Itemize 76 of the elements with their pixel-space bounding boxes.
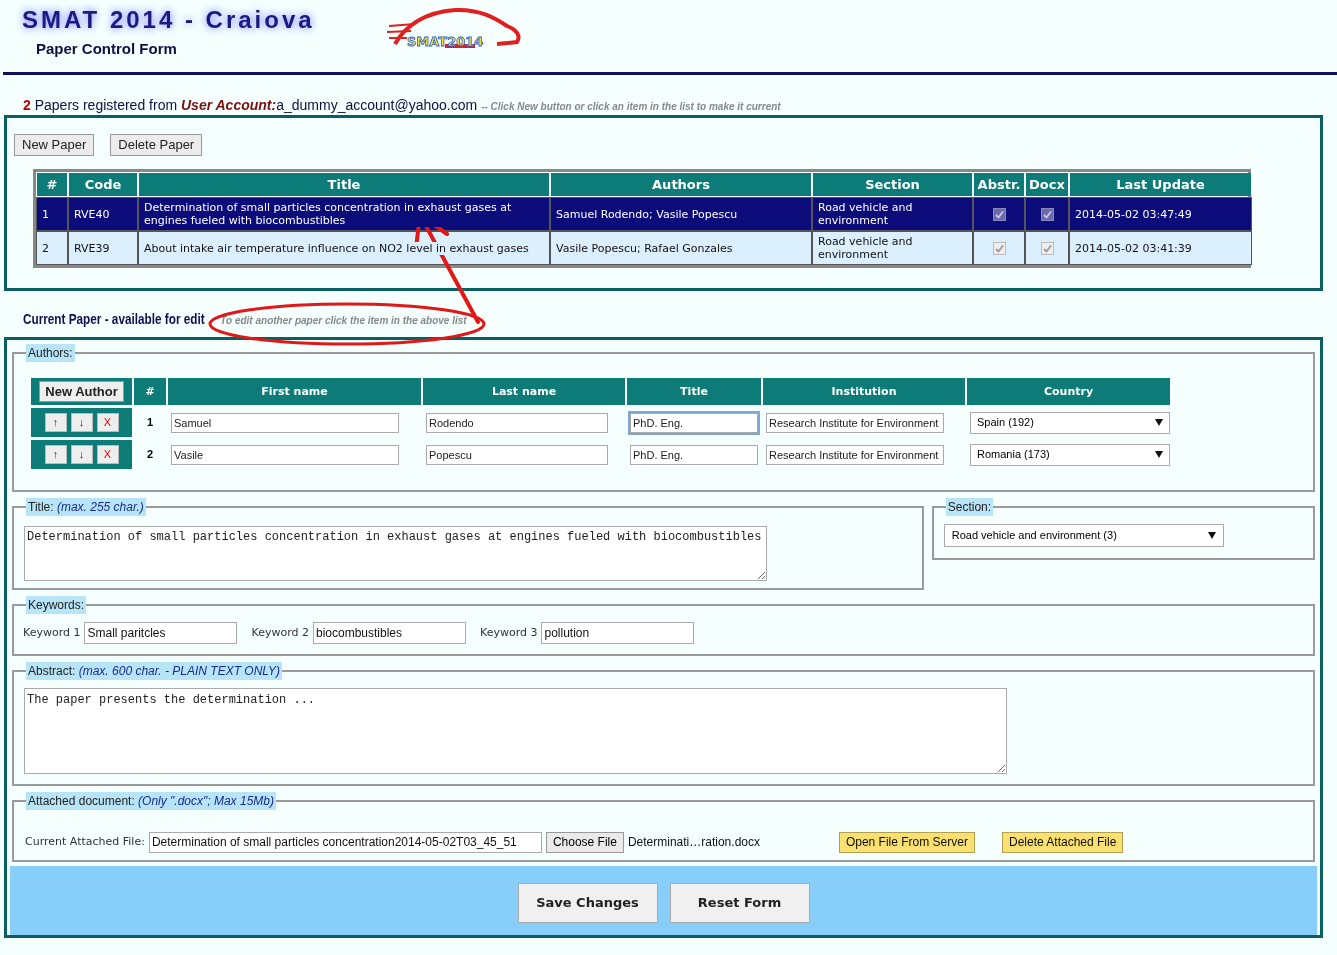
fieldset-legend: Title: (max. 255 char.) [26,498,146,516]
file-action-button[interactable]: Open File From Server [838,831,975,853]
new-author-button[interactable]: New Author [39,381,124,402]
country-select[interactable]: Romania (173) [970,443,1170,466]
column-header: Docx [1026,173,1068,196]
column-header: Code [69,173,137,196]
logo: SMAT2014 [385,4,525,60]
last-name-field[interactable]: Popescu [426,444,608,465]
country-select[interactable]: Spain (192) [970,411,1170,434]
section-heading: Current Paper - available for edit [23,310,205,329]
paper-authors: Vasile Popescu; Rafael Gonzales [556,241,733,255]
chosen-file-name: Determinati…ration.docx [627,834,761,851]
institution-field[interactable]: Research Institute for Environment [766,412,944,433]
hint-text: -- Click New button or click an item in the list to make it current [481,100,781,114]
paper-button[interactable]: New Paper [14,134,95,156]
field-label: Keyword 3 [479,624,538,641]
row-number: 1 [42,207,49,221]
column-header: Authors [551,173,811,196]
column-header: Institution [763,378,965,405]
row-number: 2 [146,447,154,463]
institution-field[interactable]: Research Institute for Environment [766,444,944,465]
author-row-button[interactable]: X [96,445,119,464]
title-field[interactable]: PhD. Eng. [630,412,758,433]
section-select[interactable]: Road vehicle and environment (3) [943,524,1224,547]
author-row-button[interactable]: ↑ [44,445,67,464]
column-header: First name [168,378,421,405]
dropdown-arrow-icon [1155,451,1163,458]
column-header: # [134,378,166,405]
column-header: # [37,173,67,196]
fieldset-legend: Abstract: (max. 600 char. - PLAIN TEXT ONLY) [26,662,282,680]
fieldset-legend: Keywords: [26,596,87,614]
paper-authors: Samuel Rodendo; Vasile Popescu [556,207,738,221]
field-label: Current Attached File: [25,833,145,850]
keyword-field[interactable]: pollution [541,622,695,644]
papers-summary: 2 Papers registered from User Account:a_dummy_account@yahoo.com [23,96,478,115]
fieldset-legend: Authors: [26,344,75,362]
attached-file-field[interactable]: Determination of small particles concentration2014-05-02T03_45_51 [148,831,542,853]
row-number: 1 [146,415,154,431]
title-field[interactable]: PhD. Eng. [630,444,758,465]
action-button[interactable]: Reset Form [669,882,810,923]
paper-button[interactable]: Delete Paper [110,134,203,156]
dropdown-arrow-icon [1207,532,1216,539]
author-row-button[interactable]: ↓ [70,413,93,432]
dropdown-arrow-icon [1155,419,1163,426]
fieldset-legend: Attached document: (Only ".docx"; Max 15Mb) [26,792,276,810]
column-header: Country [967,378,1170,405]
keyword-field[interactable]: biocombustibles [312,622,466,644]
keyword-field[interactable]: Small paritcles [84,622,238,644]
column-header: Abstr. [974,173,1024,196]
first-name-field[interactable]: Samuel [171,412,399,433]
action-button[interactable]: Save Changes [517,882,658,923]
paper-code: RVE39 [74,241,110,255]
abstract-textarea[interactable]: The paper presents the determination ... [24,688,1007,774]
fieldset-legend: Section: [945,498,994,516]
paper-code: RVE40 [74,207,110,221]
site-title: SMAT 2014 - Craiova [22,6,315,34]
page-subtitle: Paper Control Form [35,39,177,59]
first-name-field[interactable]: Vasile [171,444,399,465]
column-header: Last Update [1070,173,1251,196]
field-label: Keyword 1 [23,624,81,641]
column-header: Last name [423,378,625,405]
last-update: 2014-05-02 03:41:39 [1075,241,1192,255]
file-action-button[interactable]: Delete Attached File [1001,831,1124,853]
title-textarea[interactable]: Determination of small particles concentration in exhaust gases at engines fueled with biocombustibles [24,526,767,581]
paper-title: About intake air temperature influence on NO2 level in exhaust gases [144,241,529,255]
author-row-button[interactable]: ↑ [44,413,67,432]
author-row-button[interactable]: ↓ [70,445,93,464]
row-number: 2 [42,241,49,255]
author-row-button[interactable]: X [96,413,119,432]
last-name-field[interactable]: Rodendo [426,412,608,433]
column-header: Section [813,173,972,196]
last-update: 2014-05-02 03:47:49 [1075,207,1192,221]
choose-file-button[interactable]: Choose File [545,831,624,853]
column-header: Title [627,378,761,405]
field-label: Keyword 2 [251,624,309,641]
column-header: Title [139,173,549,196]
